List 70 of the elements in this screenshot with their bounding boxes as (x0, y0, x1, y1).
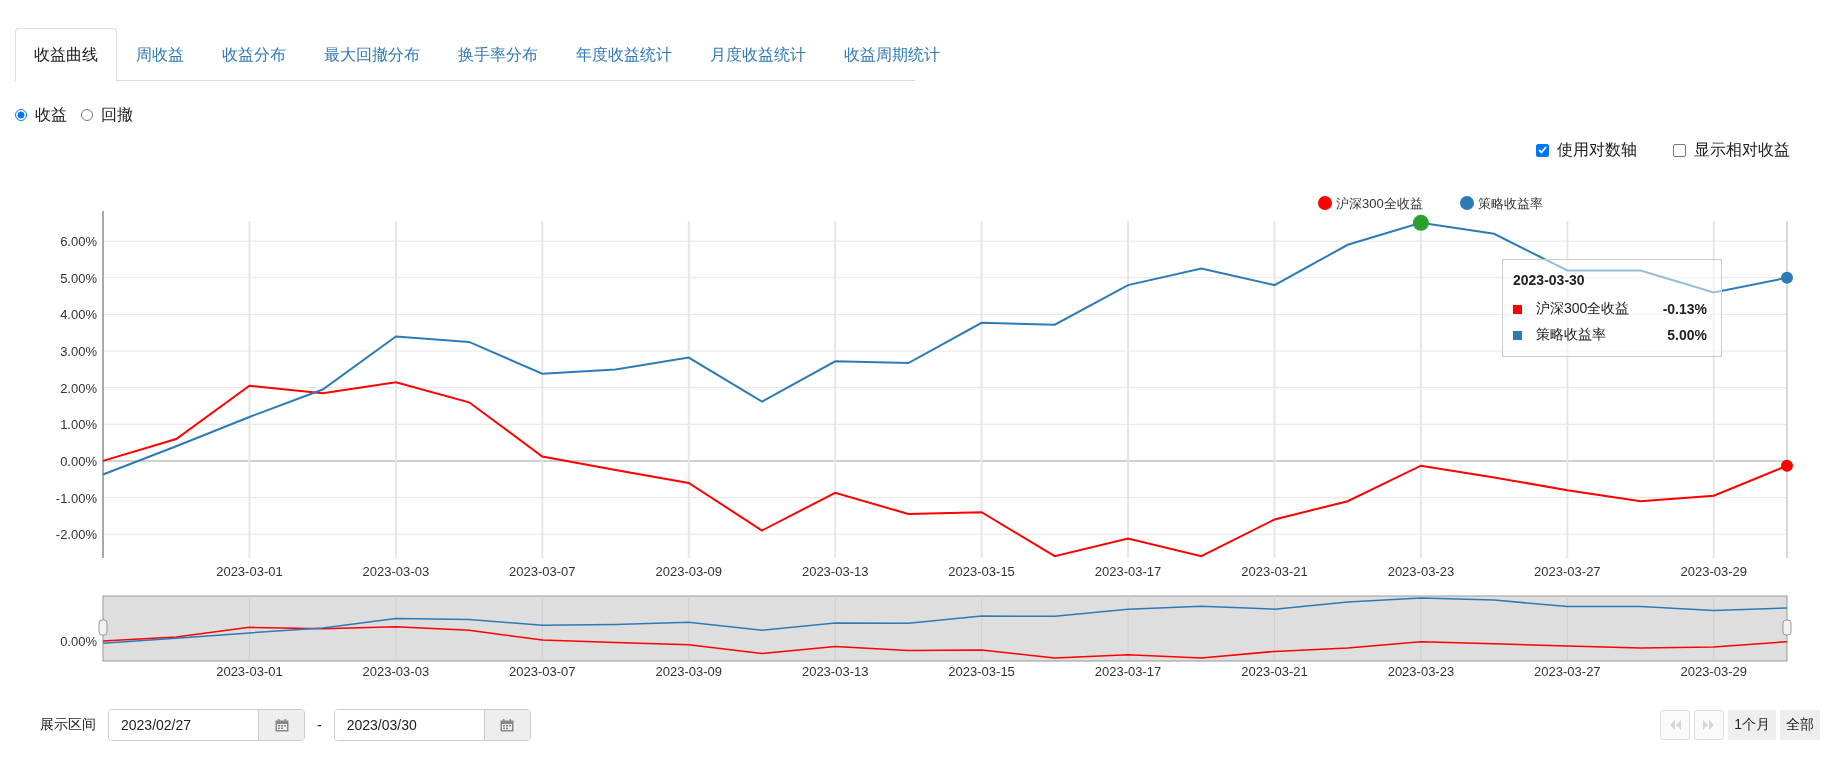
y-axis-label: -1.00% (55, 490, 97, 506)
tab[interactable]: 换手率分布 (439, 28, 557, 82)
x-axis-label: 2023-03-29 (1680, 564, 1748, 579)
tab[interactable]: 收益曲线 (15, 28, 117, 82)
tab[interactable]: 收益周期统计 (825, 28, 959, 82)
x-axis-label: 2023-03-13 (801, 564, 869, 579)
range-button[interactable]: 1个月 (1728, 710, 1776, 740)
tooltip-value: 5.00% (1667, 327, 1707, 343)
x-axis-label: 2023-03-17 (1094, 564, 1162, 579)
navigator-x-label: 2023-03-09 (655, 664, 722, 679)
navigator-x-label: 2023-03-23 (1387, 664, 1455, 679)
x-axis-label: 2023-03-09 (655, 564, 722, 579)
legend-label[interactable]: 策略收益率 (1478, 196, 1543, 211)
x-axis-label: 2023-03-03 (362, 564, 430, 579)
y-axis-label: 3.00% (60, 344, 97, 360)
tooltip-value: -0.13% (1662, 301, 1707, 317)
tab[interactable]: 周收益 (117, 28, 203, 82)
x-axis-label: 2023-03-23 (1387, 564, 1455, 579)
calendar-button[interactable] (258, 710, 304, 740)
range-separator: - (317, 717, 322, 733)
tab[interactable]: 最大回撤分布 (305, 28, 439, 82)
date-field[interactable]: 2023/02/27 (108, 709, 305, 741)
checkbox-label: 使用对数轴 (1557, 139, 1637, 160)
radio-label: 回撤 (101, 104, 133, 125)
navigator-x-label: 2023-03-07 (509, 664, 576, 679)
y-axis-label: -2.00% (55, 527, 97, 543)
navigator-x-label: 2023-03-13 (801, 664, 869, 679)
x-axis-label: 2023-03-01 (216, 564, 283, 579)
navigator-x-label: 2023-03-17 (1094, 664, 1162, 679)
radio-button[interactable] (15, 109, 27, 121)
hover-marker (1781, 459, 1793, 472)
calendar-button[interactable] (483, 710, 530, 740)
x-axis-label: 2023-03-15 (948, 564, 1015, 579)
navigator-x-label: 2023-03-27 (1534, 664, 1601, 679)
navigator-handle[interactable] (1782, 619, 1792, 636)
tab[interactable]: 年度收益统计 (557, 28, 691, 82)
x-axis-label: 2023-03-27 (1534, 564, 1601, 579)
calendar-icon (274, 718, 289, 732)
navigator-x-label: 2023-03-03 (362, 664, 430, 679)
y-axis-label: 2.00% (60, 380, 97, 396)
tooltip-series-name: 策略收益率 (1536, 326, 1607, 344)
calendar-icon (500, 718, 515, 732)
range-label: 展示区间 (40, 716, 96, 734)
navigator-handle[interactable] (98, 619, 108, 636)
x-axis-label: 2023-03-07 (509, 564, 576, 579)
y-axis-label: 1.00% (60, 417, 97, 433)
navigator-x-label: 2023-03-29 (1680, 664, 1748, 679)
y-axis-label: 0.00% (60, 453, 97, 469)
date-field[interactable]: 2023/03/30 (333, 709, 531, 741)
y-axis-label: 5.00% (60, 270, 97, 286)
navigator-x-label: 2023-03-01 (216, 664, 283, 679)
x-axis-label: 2023-03-21 (1241, 564, 1308, 579)
tooltip-series-name: 沪深300全收益 (1536, 300, 1631, 318)
navigator-y-label: 0.00% (60, 633, 97, 649)
tooltip-title: 2023-03-30 (1513, 272, 1586, 288)
checkbox-label: 显示相对收益 (1694, 139, 1790, 160)
legend-label[interactable]: 沪深300全收益 (1336, 196, 1423, 211)
checkbox[interactable] (1673, 143, 1686, 157)
y-axis-label: 4.00% (60, 307, 97, 323)
hover-marker (1781, 271, 1793, 284)
tab[interactable]: 收益分布 (203, 28, 305, 82)
radio-label: 收益 (35, 104, 67, 125)
radio-button[interactable] (81, 109, 93, 121)
navigator-window[interactable] (102, 595, 1788, 662)
tab[interactable]: 月度收益统计 (691, 28, 825, 82)
navigator-x-label: 2023-03-15 (948, 664, 1015, 679)
navigator-x-label: 2023-03-21 (1241, 664, 1308, 679)
checkbox[interactable] (1536, 143, 1549, 157)
range-button[interactable]: 全部 (1780, 710, 1820, 740)
y-axis-label: 6.00% (60, 234, 97, 250)
